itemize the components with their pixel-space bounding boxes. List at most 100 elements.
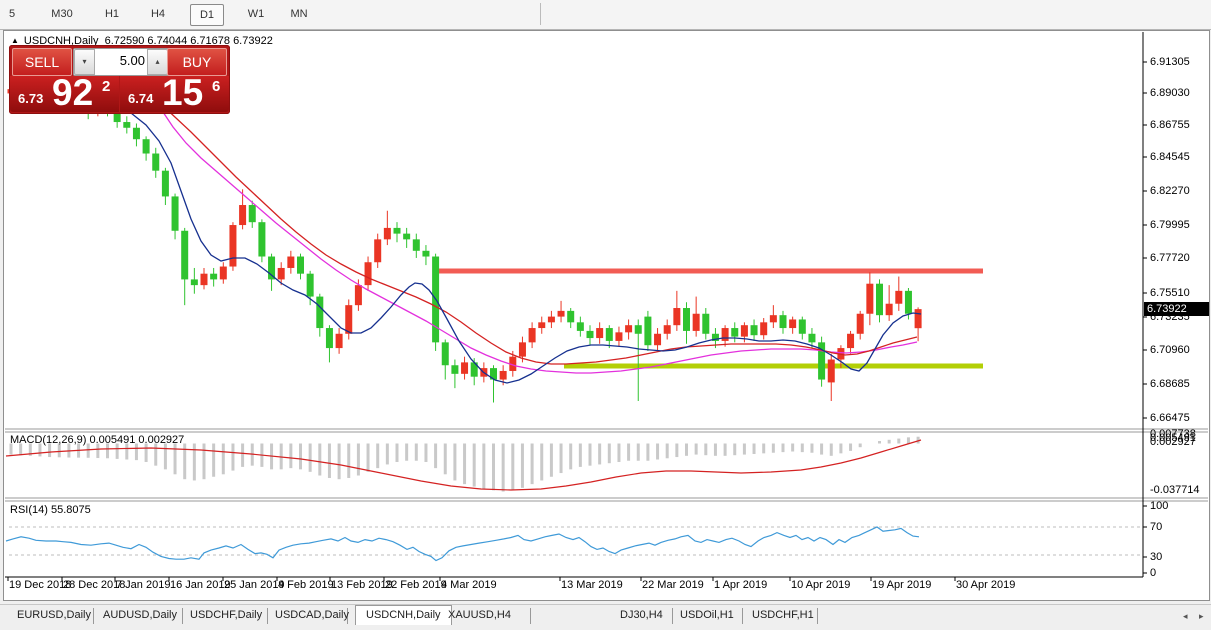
candle-body xyxy=(634,325,642,334)
macd-histogram-bar xyxy=(385,443,389,465)
timeframe-button-5[interactable]: 5 xyxy=(4,4,20,24)
tab-dj30-h4[interactable]: DJ30,H4 xyxy=(620,609,663,621)
date-axis-label: 13 Mar 2019 xyxy=(561,579,623,591)
macd-histogram-bar xyxy=(858,443,862,448)
macd-histogram-bar xyxy=(463,443,467,485)
candle-body xyxy=(248,205,256,223)
tab-usdchf-h1[interactable]: USDCHF,H1 xyxy=(752,609,814,621)
current-price-badge: 6.73922 xyxy=(1144,302,1209,316)
macd-histogram-bar xyxy=(559,443,563,474)
candle-body xyxy=(547,316,555,323)
candle-body xyxy=(808,333,816,343)
macd-histogram-bar xyxy=(752,443,756,454)
candle-body xyxy=(354,285,362,306)
candle-body xyxy=(499,370,507,380)
candle-body xyxy=(538,322,546,329)
candle-body xyxy=(383,227,391,240)
macd-histogram-bar xyxy=(434,443,438,469)
macd-histogram-bar xyxy=(627,443,631,461)
candle-body xyxy=(789,319,797,329)
tab-usdcad-daily[interactable]: USDCAD,Daily xyxy=(275,609,349,621)
tab-eurusd-daily[interactable]: EURUSD,Daily xyxy=(17,609,91,621)
buy-price-handle: 6.74 xyxy=(128,91,154,106)
timeframe-button-h4[interactable]: H4 xyxy=(142,4,174,24)
sell-price-point: 2 xyxy=(102,78,111,95)
timeframe-button-h1[interactable]: H1 xyxy=(96,4,128,24)
macd-histogram-bar xyxy=(327,443,331,478)
date-axis-label: 19 Apr 2019 xyxy=(872,579,932,591)
candle-body xyxy=(142,139,150,154)
date-axis-label: 10 Apr 2019 xyxy=(791,579,851,591)
tab-audusd-daily[interactable]: AUDUSD,Daily xyxy=(103,609,177,621)
macd-histogram-bar xyxy=(723,443,727,456)
price-chart[interactable] xyxy=(4,31,1209,600)
macd-histogram-bar xyxy=(212,443,216,477)
date-axis-label: 4 Feb 2019 xyxy=(278,579,334,591)
macd-histogram-bar xyxy=(443,443,447,475)
candle-body xyxy=(625,325,633,333)
candle-body xyxy=(673,308,681,326)
volume-input[interactable]: 5.00 xyxy=(120,49,145,73)
macd-histogram-bar xyxy=(356,443,360,476)
candle-body xyxy=(827,359,835,383)
sell-price[interactable]: 6.73 92 2 xyxy=(10,72,119,113)
date-axis-label: 22 Feb 2019 xyxy=(385,579,447,591)
tab-xauusd-h4[interactable]: XAUUSD,H4 xyxy=(448,609,511,621)
macd-histogram-bar xyxy=(742,443,746,455)
candle-body xyxy=(567,310,575,323)
candle-body xyxy=(528,328,536,343)
date-axis-label: 7 Jan 2019 xyxy=(116,579,171,591)
candle-body xyxy=(760,322,768,336)
candle-body xyxy=(615,332,623,341)
timeframe-button-w1[interactable]: W1 xyxy=(240,4,272,24)
candle-body xyxy=(876,283,883,316)
tab-usdcnh-daily[interactable]: USDCNH,Daily xyxy=(355,605,452,625)
macd-histogram-bar xyxy=(366,443,370,472)
macd-histogram-bar xyxy=(289,443,293,469)
candle-body xyxy=(605,328,613,341)
timeframe-button-d1[interactable]: D1 xyxy=(190,4,224,26)
candle-body xyxy=(769,315,777,323)
macd-histogram-bar xyxy=(530,443,534,485)
rsi-axis-label: 100 xyxy=(1150,500,1169,512)
tab-usdoil-h1[interactable]: USDOil,H1 xyxy=(680,609,734,621)
candle-body xyxy=(364,262,372,286)
price-axis-label: 6.79995 xyxy=(1150,219,1190,231)
trading-terminal: 5 M30 H1 H4 D1 W1 MN ▲ USDCNH,Daily 6.72590 6.7… xyxy=(0,0,1211,630)
collapse-triangle-icon[interactable]: ▲ xyxy=(11,36,19,45)
tab-separator xyxy=(182,608,183,624)
candle-body xyxy=(721,328,729,341)
timeframe-button-mn[interactable]: MN xyxy=(282,4,316,24)
candle-body xyxy=(152,153,160,171)
macd-histogram-bar xyxy=(337,443,341,480)
macd-histogram-bar xyxy=(578,443,582,467)
tab-scroll-left-icon[interactable]: ◂ xyxy=(1183,611,1188,622)
chart-window: ▲ USDCNH,Daily 6.72590 6.74044 6.71678 6.… xyxy=(3,30,1210,601)
rsi-indicator-label: RSI(14) 55.8075 xyxy=(10,504,91,516)
date-axis-label: 25 Jan 2019 xyxy=(224,579,285,591)
tab-usdchf-daily[interactable]: USDCHF,Daily xyxy=(190,609,262,621)
macd-histogram-bar xyxy=(781,443,785,453)
candle-body xyxy=(451,365,459,374)
candle-body xyxy=(596,328,604,339)
tab-scroll-right-icon[interactable]: ▸ xyxy=(1199,611,1204,622)
symbol-tab-bar: EURUSD,Daily AUDUSD,Daily USDCHF,Daily USDC… xyxy=(0,604,1211,630)
macd-histogram-bar xyxy=(829,443,833,456)
timeframe-button-m30[interactable]: M30 xyxy=(42,4,82,24)
price-axis-label: 6.66475 xyxy=(1150,412,1190,424)
macd-histogram-bar xyxy=(453,443,457,481)
tab-separator xyxy=(742,608,743,624)
date-axis-label: 16 Jan 2019 xyxy=(170,579,231,591)
candle-body xyxy=(316,296,324,329)
macd-histogram-bar xyxy=(163,443,167,470)
candle-body xyxy=(779,315,787,329)
candle-body xyxy=(229,225,237,267)
candle-body xyxy=(393,227,401,234)
candle-body xyxy=(132,127,140,140)
macd-histogram-bar xyxy=(713,443,717,456)
price-axis-label: 6.75510 xyxy=(1150,287,1190,299)
sell-price-pips: 92 xyxy=(52,72,94,113)
macd-histogram-bar xyxy=(897,438,901,444)
macd-histogram-bar xyxy=(492,443,495,491)
buy-price[interactable]: 6.74 15 6 xyxy=(120,72,229,113)
